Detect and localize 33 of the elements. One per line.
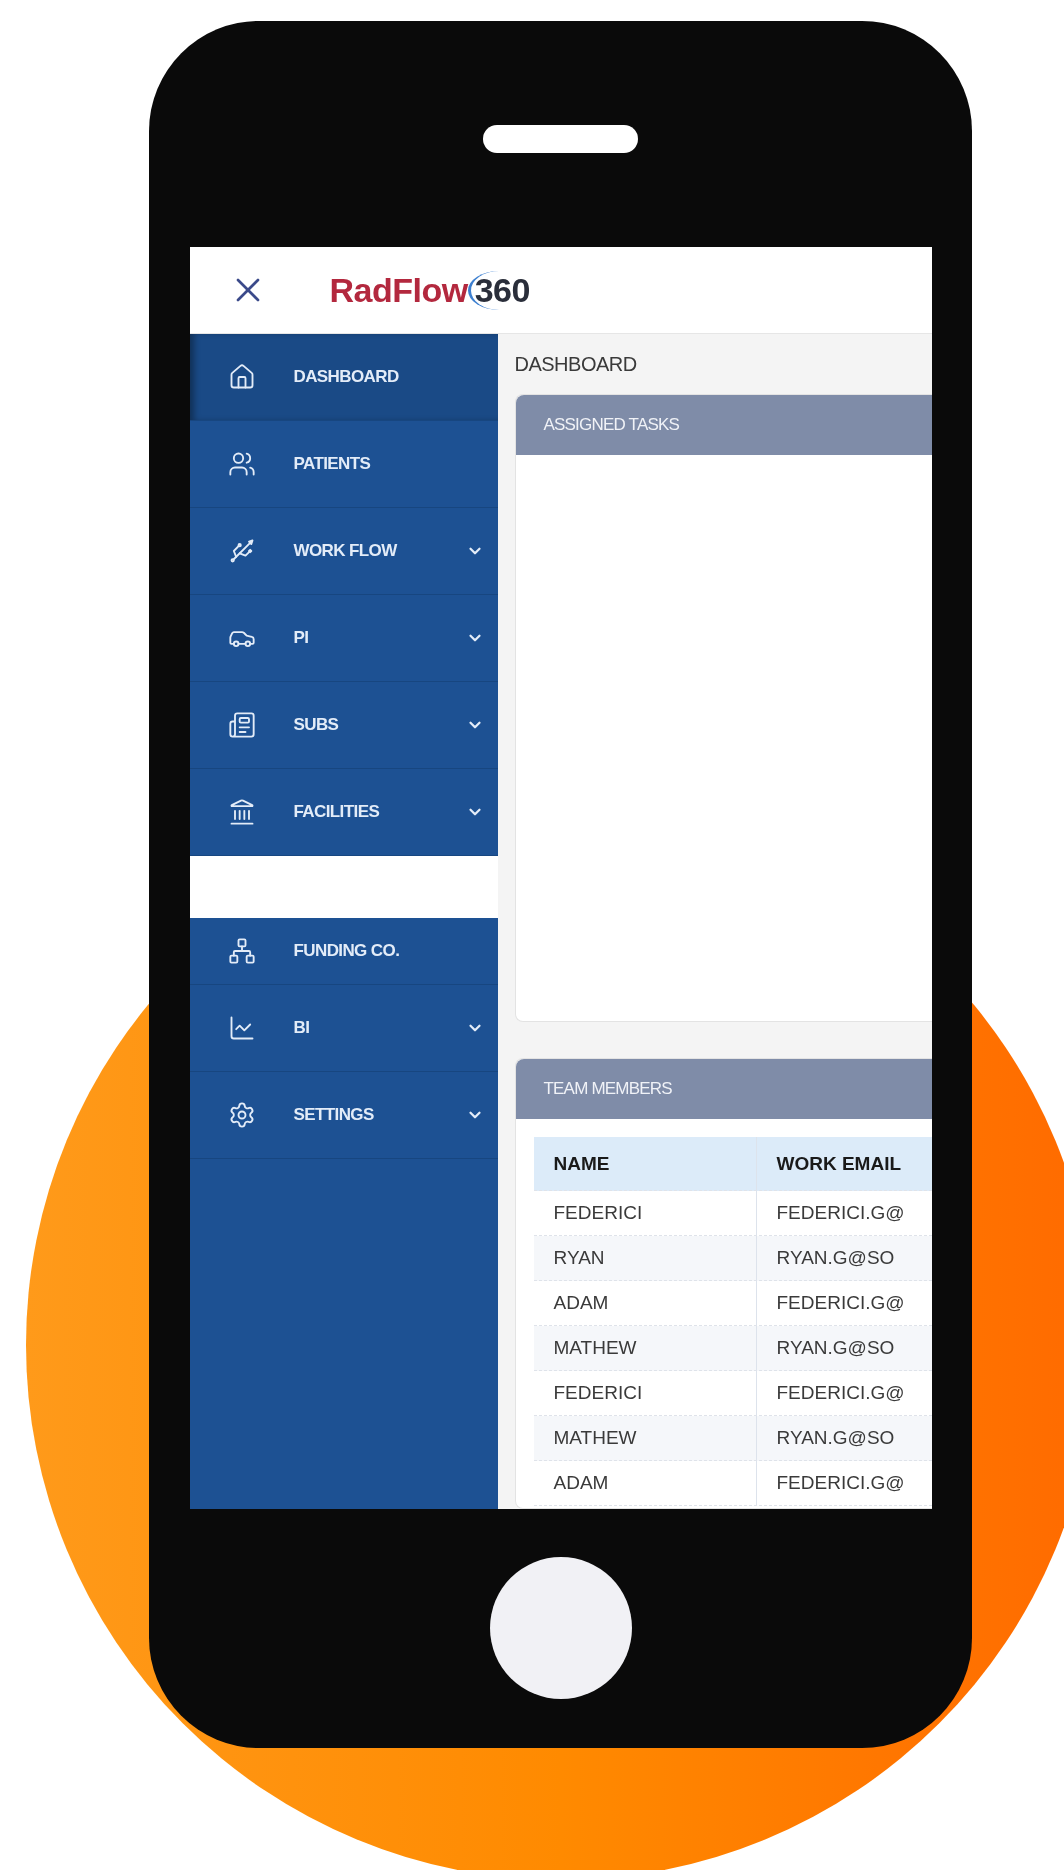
sidebar-label: PI [293,628,310,648]
table-cell-text: RYAN.G@SO [775,1426,896,1450]
sidebar-label: DASHBOARD [293,367,400,387]
sidebar-label: FACILITIES [293,802,381,822]
sidebar-label: BI [293,1018,311,1038]
table-cell-text: RYAN.G@SO [775,1336,896,1360]
sidebar-label: FUNDING CO. [293,941,401,961]
table-cell: ADAM [533,1281,757,1325]
table-cell: FEDERICI [533,1371,757,1415]
table-cell: RYAN [533,1236,757,1280]
card-title: TEAM MEMBERS [515,1059,932,1119]
sidebar-label: WORK FLOW [293,541,398,561]
logo: RadFlow 360 [329,270,530,310]
table-cell: MATHEW [533,1326,757,1370]
column-header: WORK EMAIL [775,1151,903,1176]
table-cell-text: FEDERICI.G@ [775,1201,906,1225]
table-cell-text: FEDERICI.G@ [775,1471,906,1495]
column-header: NAME [533,1137,757,1190]
users-icon [227,450,256,478]
table-cell: ADAM [533,1461,757,1505]
table-cell-text: FEDERICI.G@ [775,1291,906,1315]
sidebar-label: SETTINGS [293,1105,375,1125]
card-title: ASSIGNED TASKS [515,395,932,455]
table-cell: FEDERICI [533,1191,757,1235]
sidebar-item[interactable]: DASHBOARD [189,334,498,421]
sidebar-label: PATIENTS [293,454,372,474]
table-cell: MATHEW [533,1416,757,1460]
table-cell-text: FEDERICI.G@ [775,1381,906,1405]
breadcrumb: DASHBOARD [514,351,638,377]
newspaper-icon [227,711,256,739]
sidebar-label: SUBS [293,715,340,735]
table-cell-text: RYAN.G@SO [775,1246,896,1270]
network-icon [227,937,256,965]
